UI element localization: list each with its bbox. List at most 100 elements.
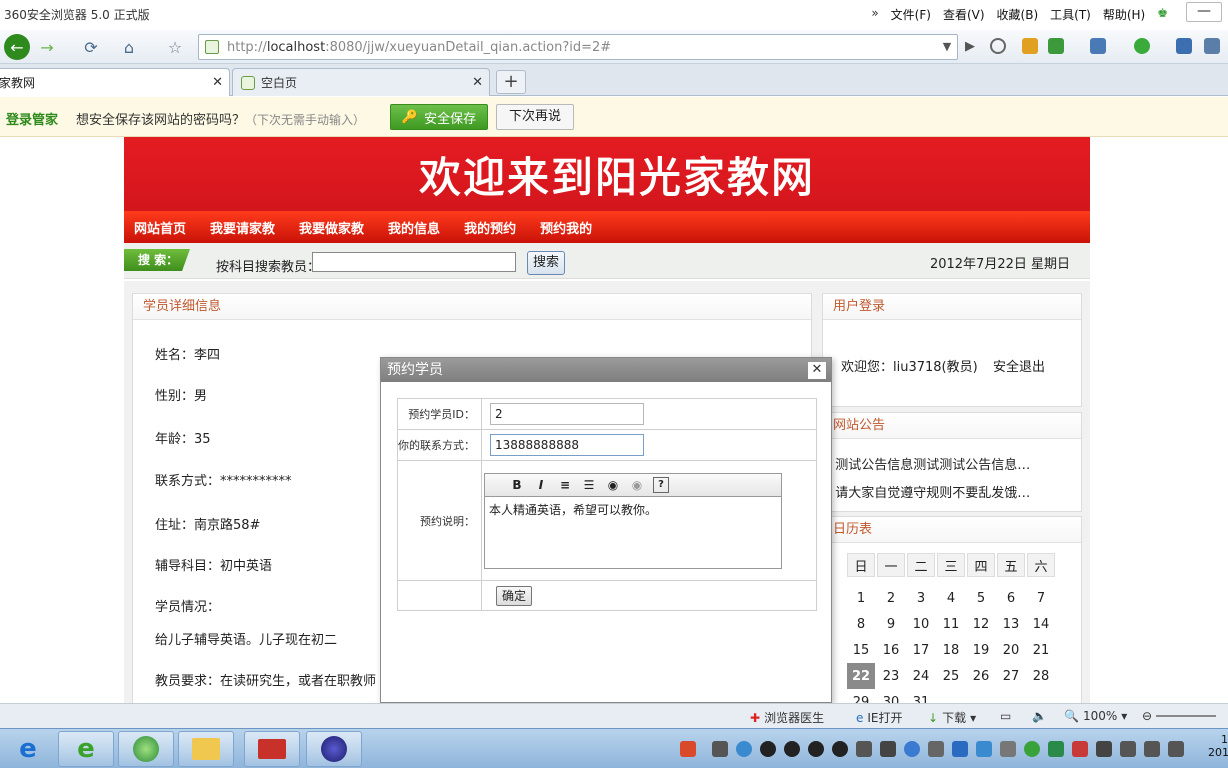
- go-icon[interactable]: ▶: [959, 35, 981, 59]
- tray-app-icon[interactable]: [904, 741, 920, 757]
- start-button[interactable]: e: [0, 731, 56, 767]
- menu-overflow-icon[interactable]: »: [871, 6, 878, 23]
- later-button[interactable]: 下次再说: [496, 104, 574, 130]
- menu-view[interactable]: 查看(V): [943, 6, 985, 23]
- calendar-day[interactable]: 9: [877, 611, 905, 637]
- calendar-day[interactable]: 5: [967, 585, 995, 611]
- close-tab-icon[interactable]: ✕: [212, 75, 223, 90]
- taskbar-app-2[interactable]: [118, 731, 174, 767]
- favorite-star-icon[interactable]: ☆: [162, 34, 188, 60]
- tray-app-icon[interactable]: [1024, 741, 1040, 757]
- tab-blank[interactable]: 空白页 ✕: [232, 68, 490, 96]
- menu-favorites[interactable]: 收藏(B): [997, 6, 1039, 23]
- unordered-list-icon[interactable]: ☰: [581, 477, 597, 493]
- input-method-icon[interactable]: [680, 741, 696, 757]
- tray-app-icon[interactable]: [1120, 741, 1136, 757]
- calendar-day[interactable]: 3: [907, 585, 935, 611]
- browser-doctor[interactable]: ✚ 浏览器医生: [750, 709, 824, 726]
- tab-jiajiao[interactable]: 家教网 ✕: [0, 68, 230, 96]
- qq-icon[interactable]: [784, 741, 800, 757]
- calendar-day[interactable]: 27: [997, 663, 1025, 689]
- back-icon[interactable]: ←: [4, 34, 30, 60]
- unlink-icon[interactable]: ◉: [629, 477, 645, 493]
- calendar-day[interactable]: 16: [877, 637, 905, 663]
- security-shield-icon[interactable]: [952, 741, 968, 757]
- taskbar-360-browser[interactable]: e: [58, 731, 114, 767]
- notice-item[interactable]: · 请大家自觉遵守规则不要乱发饿…: [827, 482, 1030, 501]
- link-icon[interactable]: ◉: [605, 477, 621, 493]
- screenshot-icon[interactable]: [1090, 38, 1106, 54]
- calendar-day[interactable]: 28: [1027, 663, 1055, 689]
- qq-icon[interactable]: [808, 741, 824, 757]
- tray-app-icon[interactable]: [976, 741, 992, 757]
- tray-app-icon[interactable]: [712, 741, 728, 757]
- home-icon[interactable]: ⌂: [116, 34, 142, 60]
- safe-save-button[interactable]: 🔑 安全保存: [390, 104, 488, 130]
- menu-tools[interactable]: 工具(T): [1050, 6, 1091, 23]
- nav-home[interactable]: 网站首页: [134, 218, 186, 237]
- network-icon[interactable]: [1144, 741, 1160, 757]
- tray-app-icon[interactable]: [1048, 741, 1064, 757]
- zoom-control[interactable]: 🔍 100% ▾: [1064, 709, 1127, 723]
- calendar-day[interactable]: 2: [877, 585, 905, 611]
- calendar-day[interactable]: 29: [847, 689, 875, 704]
- close-tab-icon[interactable]: ✕: [472, 75, 483, 90]
- zoom-slider[interactable]: ⊖: [1142, 709, 1217, 723]
- calendar-day[interactable]: 17: [907, 637, 935, 663]
- menu-file[interactable]: 文件(F): [891, 6, 931, 23]
- action-center-flag-icon[interactable]: [1096, 741, 1112, 757]
- system-clock[interactable]: 1 2012: [1208, 733, 1228, 759]
- nav-my-appointments[interactable]: 我的预约: [464, 218, 516, 237]
- window-icon[interactable]: ▭: [1000, 709, 1011, 723]
- menu-help[interactable]: 帮助(H): [1103, 6, 1145, 23]
- tray-network-icon[interactable]: [736, 741, 752, 757]
- search-button[interactable]: 搜索: [527, 251, 565, 275]
- volume-icon[interactable]: 🔈: [1032, 709, 1047, 723]
- nav-my-info[interactable]: 我的信息: [388, 218, 440, 237]
- calendar-day[interactable]: 7: [1027, 585, 1055, 611]
- calendar-day[interactable]: 4: [937, 585, 965, 611]
- calendar-day[interactable]: 10: [907, 611, 935, 637]
- volume-icon[interactable]: [1168, 741, 1184, 757]
- calendar-day[interactable]: 8: [847, 611, 875, 637]
- italic-icon[interactable]: I: [533, 477, 549, 493]
- extension-icon[interactable]: [1048, 38, 1064, 54]
- calendar-day[interactable]: 30: [877, 689, 905, 704]
- calendar-day[interactable]: 6: [997, 585, 1025, 611]
- calendar-day[interactable]: 25: [937, 663, 965, 689]
- bold-icon[interactable]: B: [509, 477, 525, 493]
- forward-icon[interactable]: →: [34, 34, 60, 60]
- student-id-field[interactable]: 2: [490, 403, 644, 425]
- refresh-icon[interactable]: ⟳: [78, 34, 104, 60]
- app-box-icon[interactable]: [1022, 38, 1038, 54]
- qq-icon[interactable]: [832, 741, 848, 757]
- ie-open[interactable]: e IE打开: [856, 709, 903, 726]
- nav-hire-tutor[interactable]: 我要请家教: [210, 218, 275, 237]
- tray-app-icon[interactable]: [1000, 741, 1016, 757]
- tray-app-icon[interactable]: [928, 741, 944, 757]
- taskbar-eclipse[interactable]: [306, 731, 362, 767]
- tools-wrench-icon[interactable]: [1176, 38, 1192, 54]
- translate-icon[interactable]: [1134, 38, 1150, 54]
- calendar-day[interactable]: 14: [1027, 611, 1055, 637]
- help-icon[interactable]: ?: [653, 476, 669, 493]
- download-menu[interactable]: ↓ 下载 ▾: [928, 709, 976, 726]
- url-dropdown-icon[interactable]: ▼: [937, 35, 957, 59]
- calendar-day[interactable]: 31: [907, 689, 935, 704]
- new-tab-button[interactable]: +: [496, 70, 526, 94]
- calendar-day[interactable]: 23: [877, 663, 905, 689]
- taskbar-explorer[interactable]: [178, 731, 234, 767]
- address-bar[interactable]: http://localhost:8080/jjw/xueyuanDetail_…: [198, 34, 975, 60]
- dialog-close-icon[interactable]: ✕: [808, 362, 826, 379]
- note-textarea[interactable]: 本人精通英语，希望可以教你。: [484, 496, 782, 569]
- calendar-day[interactable]: 20: [997, 637, 1025, 663]
- skin-icon[interactable]: ♚: [1157, 6, 1168, 23]
- nav-be-tutor[interactable]: 我要做家教: [299, 218, 364, 237]
- calendar-day[interactable]: 11: [937, 611, 965, 637]
- calendar-day[interactable]: 22: [847, 663, 875, 689]
- calendar-day[interactable]: 1: [847, 585, 875, 611]
- subject-search-input[interactable]: [312, 252, 516, 272]
- nav-appointed-me[interactable]: 预约我的: [540, 218, 592, 237]
- grid-icon[interactable]: [1204, 38, 1220, 54]
- logout-link[interactable]: 安全退出: [993, 356, 1045, 375]
